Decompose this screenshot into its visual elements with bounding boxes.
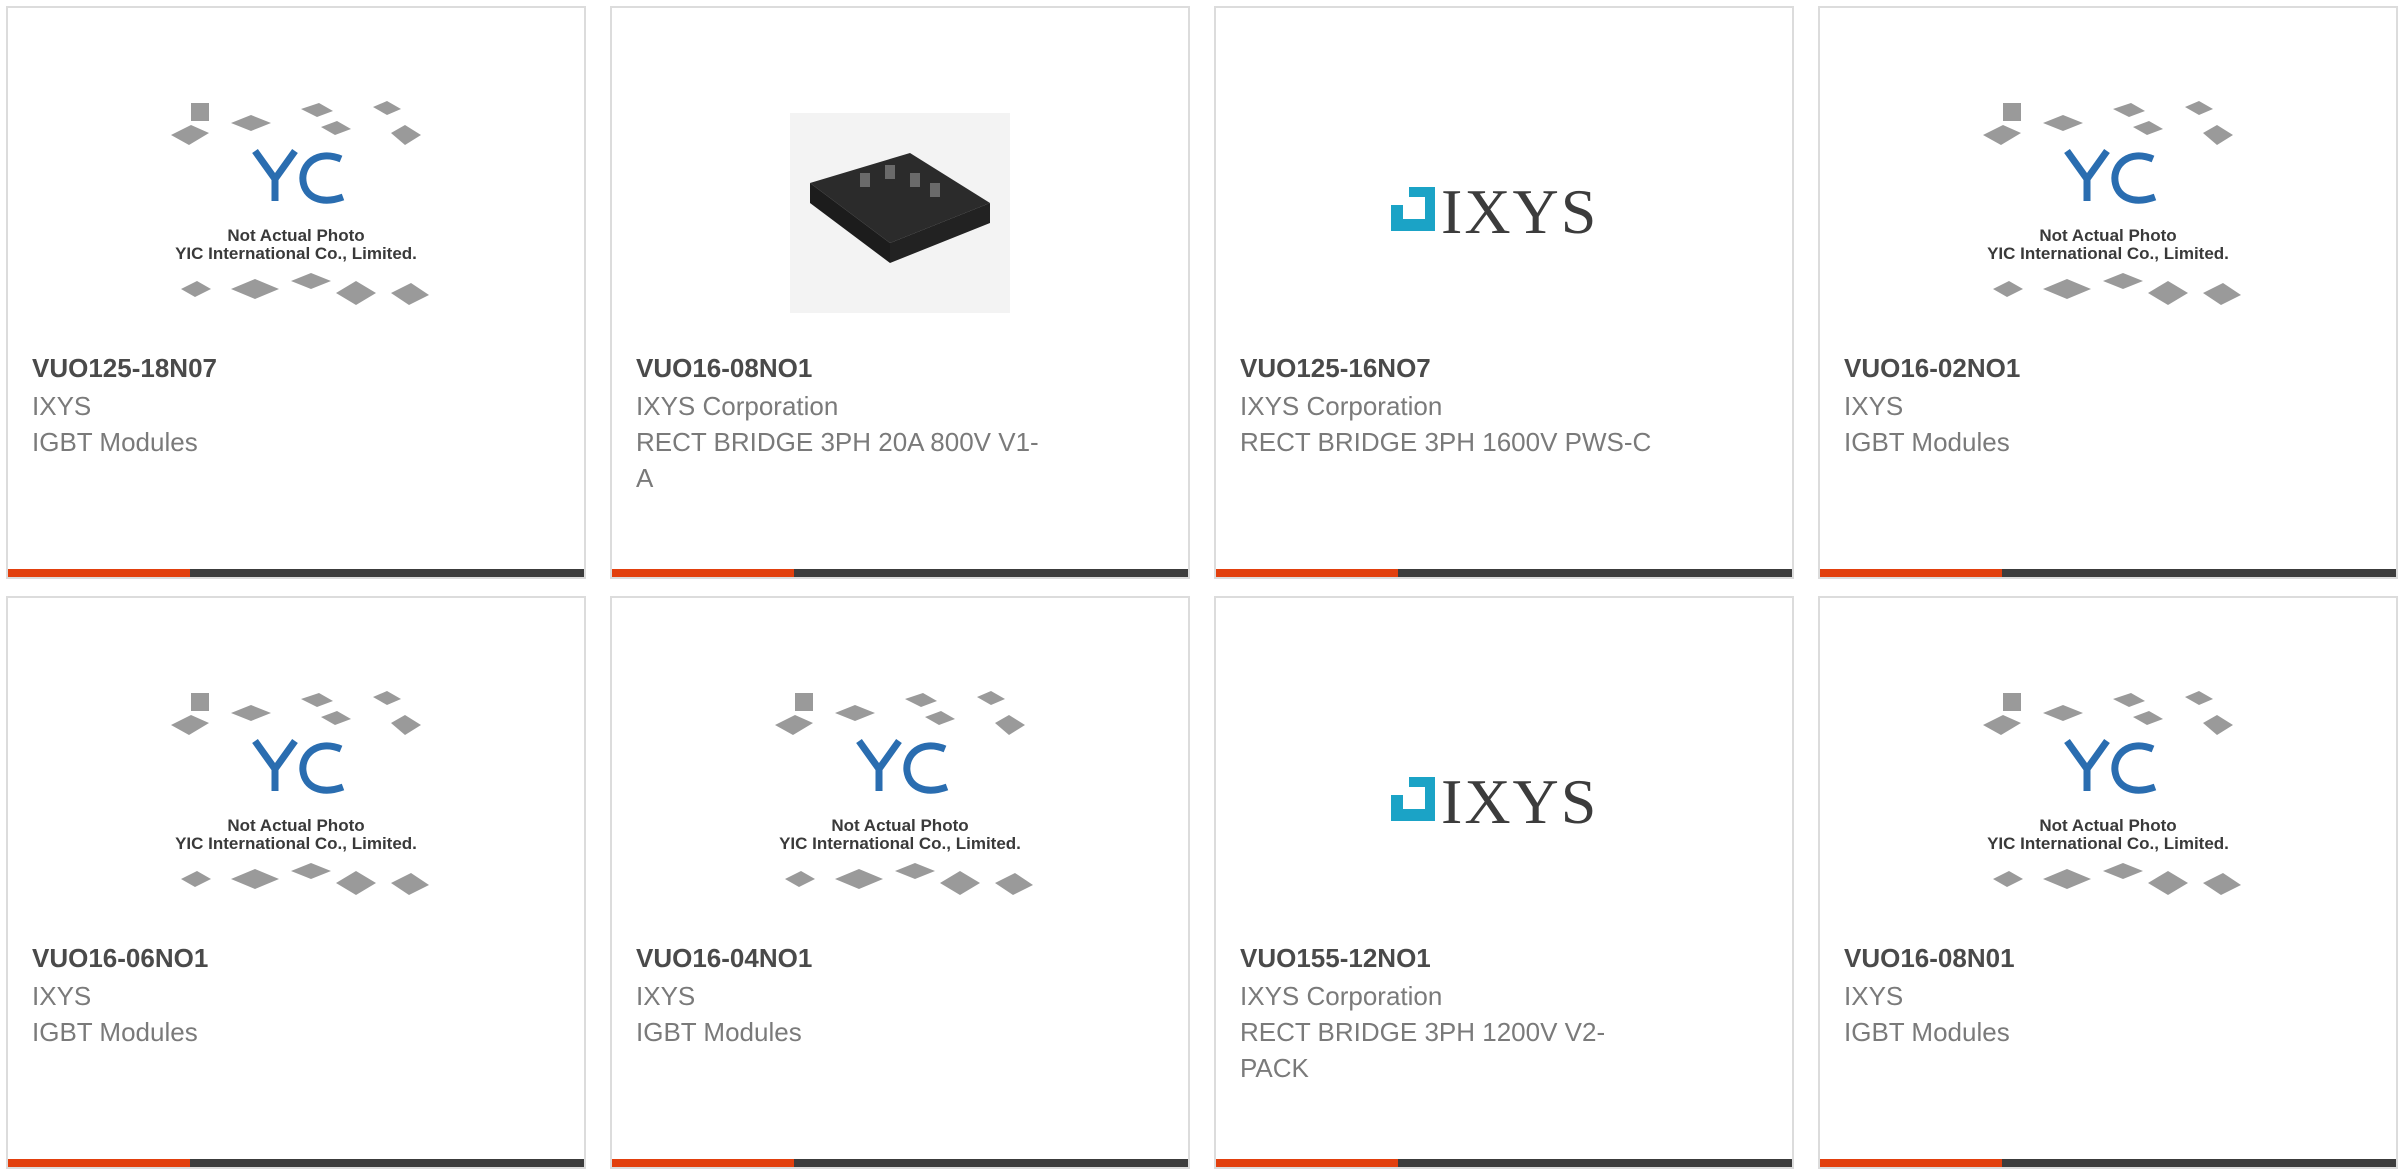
card-bottom-bar	[8, 569, 584, 577]
placeholder-caption: YIC International Co., Limited.	[175, 834, 417, 853]
placeholder-caption: Not Actual Photo	[2039, 816, 2176, 835]
product-card[interactable]: Not Actual Photo YIC International Co., …	[1818, 596, 2398, 1169]
ixys-logo: IXYS	[1391, 766, 1598, 837]
placeholder-image[interactable]: Not Actual Photo YIC International Co., …	[8, 668, 584, 938]
manufacturer: IXYS Corporation	[636, 391, 839, 421]
yic-placeholder-graphic: Not Actual Photo YIC International Co., …	[775, 691, 1033, 895]
product-card[interactable]: Not Actual Photo YIC International Co., …	[6, 6, 586, 579]
placeholder-caption: Not Actual Photo	[2039, 226, 2176, 245]
module-photo	[790, 113, 1010, 313]
card-bottom-bar	[8, 1159, 584, 1167]
description: RECT BRIDGE 3PH 1600V PWS-C	[1240, 427, 1652, 457]
card-bottom-bar	[1216, 1159, 1792, 1167]
description: IGBT Modules	[1844, 427, 2010, 457]
manufacturer: IXYS Corporation	[1240, 391, 1443, 421]
card-accent-bar	[1820, 1159, 2002, 1167]
card-bottom-bar	[612, 569, 1188, 577]
card-accent-bar	[1216, 1159, 1398, 1167]
placeholder-image[interactable]: Not Actual Photo YIC International Co., …	[8, 78, 584, 348]
yic-placeholder-graphic: Not Actual Photo YIC International Co., …	[1983, 691, 2241, 895]
placeholder-caption: Not Actual Photo	[227, 226, 364, 245]
yic-placeholder-graphic: Not Actual Photo YIC International Co., …	[1983, 101, 2241, 305]
manufacturer: IXYS	[1844, 391, 1904, 421]
part-number[interactable]: VUO16-02NO1	[1844, 350, 2020, 386]
logo-text: IXYS	[1441, 176, 1598, 247]
description: IGBT Modules	[1844, 1017, 2010, 1047]
product-card[interactable]: Not Actual Photo YIC International Co., …	[1818, 6, 2398, 579]
card-bottom-bar	[1820, 1159, 2396, 1167]
placeholder-caption: Not Actual Photo	[831, 816, 968, 835]
manufacturer: IXYS	[1844, 981, 1904, 1011]
product-image[interactable]: IXYS	[1216, 78, 1792, 348]
card-accent-bar	[612, 1159, 794, 1167]
card-accent-bar	[1820, 569, 2002, 577]
manufacturer: IXYS	[636, 981, 696, 1011]
logo-text: IXYS	[1441, 766, 1598, 837]
placeholder-caption: YIC International Co., Limited.	[175, 244, 417, 263]
yic-placeholder-graphic: Not Actual Photo YIC International Co., …	[171, 101, 429, 305]
product-card[interactable]: IXYS VUO155-12NO1 IXYS Corporation RECT …	[1214, 596, 1794, 1169]
part-number[interactable]: VUO125-18N07	[32, 350, 217, 386]
card-accent-bar	[1216, 569, 1398, 577]
part-number[interactable]: VUO16-04NO1	[636, 940, 812, 976]
card-bottom-bar	[1216, 569, 1792, 577]
product-card[interactable]: VUO16-08NO1 IXYS Corporation RECT BRIDGE…	[610, 6, 1190, 579]
card-accent-bar	[8, 569, 190, 577]
description: IGBT Modules	[636, 1017, 802, 1047]
ixys-logo: IXYS	[1391, 176, 1598, 247]
manufacturer: IXYS Corporation	[1240, 981, 1443, 1011]
card-bottom-bar	[612, 1159, 1188, 1167]
part-number[interactable]: VUO16-06NO1	[32, 940, 208, 976]
placeholder-image[interactable]: Not Actual Photo YIC International Co., …	[612, 668, 1188, 938]
part-number[interactable]: VUO125-16NO7	[1240, 350, 1431, 386]
placeholder-caption: Not Actual Photo	[227, 816, 364, 835]
product-card[interactable]: Not Actual Photo YIC International Co., …	[610, 596, 1190, 1169]
card-accent-bar	[8, 1159, 190, 1167]
description: IGBT Modules	[32, 427, 198, 457]
part-number[interactable]: VUO16-08N01	[1844, 940, 2015, 976]
part-number[interactable]: VUO155-12NO1	[1240, 940, 1431, 976]
product-grid: Not Actual Photo YIC International Co., …	[0, 0, 2400, 1169]
product-card[interactable]: IXYS VUO125-16NO7 IXYS Corporation RECT …	[1214, 6, 1794, 579]
placeholder-caption: YIC International Co., Limited.	[779, 834, 1021, 853]
card-bottom-bar	[1820, 569, 2396, 577]
description: RECT BRIDGE 3PH 20A 800V V1-A	[636, 427, 1039, 493]
part-number[interactable]: VUO16-08NO1	[636, 350, 812, 386]
manufacturer: IXYS	[32, 981, 92, 1011]
description: RECT BRIDGE 3PH 1200V V2-PACK	[1240, 1017, 1606, 1083]
description: IGBT Modules	[32, 1017, 198, 1047]
placeholder-caption: YIC International Co., Limited.	[1987, 834, 2229, 853]
placeholder-image[interactable]: Not Actual Photo YIC International Co., …	[1820, 78, 2396, 348]
placeholder-image[interactable]: Not Actual Photo YIC International Co., …	[1820, 668, 2396, 938]
card-accent-bar	[612, 569, 794, 577]
placeholder-caption: YIC International Co., Limited.	[1987, 244, 2229, 263]
product-image[interactable]	[612, 78, 1188, 348]
manufacturer: IXYS	[32, 391, 92, 421]
yic-placeholder-graphic: Not Actual Photo YIC International Co., …	[171, 691, 429, 895]
product-card[interactable]: Not Actual Photo YIC International Co., …	[6, 596, 586, 1169]
product-image[interactable]: IXYS	[1216, 668, 1792, 938]
